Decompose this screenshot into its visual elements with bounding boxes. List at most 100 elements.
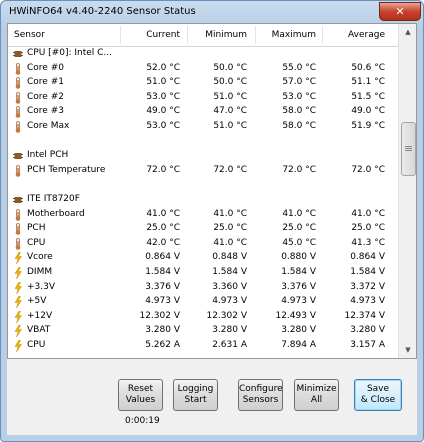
sensor-label: CPU [27, 340, 46, 350]
sensor-label: Core #2 [27, 91, 64, 102]
value-current: 12.302 V [139, 310, 180, 321]
value-average: 25.0 °C [351, 223, 385, 234]
value-current: 49.0 °C [146, 106, 180, 117]
sensor-group-row[interactable]: CPU [#0]: Intel C... [8, 47, 398, 61]
value-current: 5.262 A [145, 340, 180, 350]
value-current: 41.0 °C [146, 208, 180, 219]
lightning-icon [13, 325, 23, 338]
blank-row [8, 178, 398, 192]
vertical-scrollbar[interactable]: ▲ ▼ [398, 24, 416, 358]
title-bar[interactable]: HWiNFO64 v4.40-2240 Sensor Status ✕ [1, 1, 423, 23]
value-minimum: 41.0 °C [213, 208, 247, 219]
value-average: 51.5 °C [351, 91, 385, 102]
value-current: 4.973 V [145, 296, 180, 307]
scroll-down-arrow-icon[interactable]: ▼ [399, 342, 416, 358]
column-header-average[interactable]: Average [324, 30, 385, 40]
value-maximum: 1.584 V [281, 267, 316, 277]
sensor-label: CPU [27, 237, 46, 248]
value-minimum: 12.302 V [206, 310, 247, 321]
column-divider[interactable] [187, 26, 188, 44]
sensor-row[interactable]: Core #2 53.0 °C 51.0 °C 53.0 °C 51.5 °C [8, 91, 398, 105]
sensor-label: +12V [27, 310, 53, 321]
value-current: 53.0 °C [146, 91, 180, 102]
sensor-group-row[interactable]: Intel PCH [8, 149, 398, 163]
sensor-row[interactable]: Core #1 51.0 °C 50.0 °C 57.0 °C 51.1 °C [8, 76, 398, 90]
sensor-row[interactable]: CPU 5.262 A 2.631 A 7.894 A 3.157 A [8, 339, 398, 353]
value-current: 3.280 V [145, 325, 180, 336]
value-average: 51.9 °C [351, 121, 385, 131]
value-minimum: 72.0 °C [213, 164, 247, 175]
value-minimum: 25.0 °C [213, 223, 247, 234]
sensor-label: Vcore [27, 252, 53, 263]
column-divider[interactable] [255, 26, 256, 44]
value-average: 4.973 V [350, 296, 385, 307]
sensor-row[interactable]: PCH Temperature 72.0 °C 72.0 °C 72.0 °C 72.0… [8, 164, 398, 178]
value-maximum: 3.376 V [281, 281, 316, 292]
sensor-row[interactable]: +12V 12.302 V 12.302 V 12.493 V 12.374 V [8, 310, 398, 324]
value-maximum: 72.0 °C [282, 164, 316, 175]
column-header-maximum[interactable]: Maximum [257, 30, 316, 40]
sensor-label: Intel PCH [27, 150, 69, 161]
reset-button-line2: Values [125, 395, 156, 405]
sensor-label: DIMM [27, 267, 53, 277]
logging-start-button[interactable]: Logging Start [173, 379, 218, 411]
minimize-button-line1: Minimize [296, 384, 337, 394]
client-area: Sensor Current Minimum Maximum Average C… [7, 23, 417, 435]
sensor-row[interactable]: DIMM 1.584 V 1.584 V 1.584 V 1.584 V [8, 266, 398, 280]
table-header: Sensor Current Minimum Maximum Average [8, 24, 398, 47]
reset-values-button[interactable]: Reset Values [118, 379, 163, 411]
value-average: 3.372 V [350, 281, 385, 292]
sensor-label: Motherboard [27, 208, 85, 219]
sensor-label: Core Max [27, 121, 70, 131]
value-maximum: 45.0 °C [282, 237, 316, 248]
column-header-sensor[interactable]: Sensor [14, 30, 45, 40]
configure-button-line2: Sensors [242, 395, 279, 405]
thermometer-icon [13, 121, 23, 133]
value-average: 49.0 °C [351, 106, 385, 117]
sensor-row[interactable]: Core Max 53.0 °C 51.0 °C 58.0 °C 51.9 °C [8, 120, 398, 134]
value-maximum: 12.493 V [275, 310, 316, 321]
value-minimum: 50.0 °C [213, 62, 247, 73]
sensor-row[interactable]: Motherboard 41.0 °C 41.0 °C 41.0 °C 41.0 °C [8, 208, 398, 222]
sensor-label: Core #1 [27, 77, 64, 88]
chip-icon [13, 194, 23, 206]
sensor-label: +3.3V [27, 281, 56, 292]
value-maximum: 53.0 °C [282, 91, 316, 102]
sensor-row[interactable]: CPU 42.0 °C 41.0 °C 45.0 °C 41.3 °C [8, 237, 398, 251]
value-current: 42.0 °C [146, 237, 180, 248]
sensor-row[interactable]: Vcore 0.864 V 0.848 V 0.880 V 0.864 V [8, 251, 398, 265]
sensor-row[interactable]: Core #0 52.0 °C 50.0 °C 55.0 °C 50.6 °C [8, 62, 398, 76]
value-average: 1.584 V [350, 267, 385, 277]
close-icon: ✕ [395, 5, 405, 18]
value-average: 3.157 A [350, 340, 385, 350]
sensor-row[interactable]: VBAT 3.280 V 3.280 V 3.280 V 3.280 V [8, 324, 398, 338]
sensor-group-row[interactable]: ITE IT8720F [8, 193, 398, 207]
column-header-current[interactable]: Current [122, 30, 180, 40]
close-button[interactable]: ✕ [379, 2, 421, 21]
scroll-up-arrow-icon[interactable]: ▲ [399, 24, 416, 40]
sensor-table: Sensor Current Minimum Maximum Average C… [7, 23, 417, 359]
column-divider[interactable] [120, 26, 121, 44]
sensor-row[interactable]: PCH 25.0 °C 25.0 °C 25.0 °C 25.0 °C [8, 222, 398, 236]
sensor-label: Core #0 [27, 62, 64, 73]
elapsed-timer: 0:00:19 [125, 416, 160, 426]
value-average: 3.280 V [350, 325, 385, 336]
value-minimum: 3.360 V [212, 281, 247, 292]
value-current: 3.376 V [145, 281, 180, 292]
value-current: 51.0 °C [146, 77, 180, 88]
scrollbar-thumb[interactable] [401, 122, 416, 176]
sensor-label: Core #3 [27, 106, 64, 117]
column-divider[interactable] [322, 26, 323, 44]
sensor-label: CPU [#0]: Intel C... [27, 48, 112, 58]
sensor-row[interactable]: +3.3V 3.376 V 3.360 V 3.376 V 3.372 V [8, 281, 398, 295]
sensor-row[interactable]: Core #3 49.0 °C 47.0 °C 58.0 °C 49.0 °C [8, 105, 398, 119]
column-header-minimum[interactable]: Minimum [189, 30, 247, 40]
save-close-button[interactable]: Save & Close [354, 379, 402, 411]
minimize-all-button[interactable]: Minimize All [294, 379, 339, 411]
value-minimum: 50.0 °C [213, 77, 247, 88]
configure-sensors-button[interactable]: Configure Sensors [238, 379, 283, 411]
sensor-row[interactable]: +5V 4.973 V 4.973 V 4.973 V 4.973 V [8, 295, 398, 309]
value-minimum: 4.973 V [212, 296, 247, 307]
reset-button-line1: Reset [127, 384, 154, 394]
value-average: 50.6 °C [351, 62, 385, 73]
